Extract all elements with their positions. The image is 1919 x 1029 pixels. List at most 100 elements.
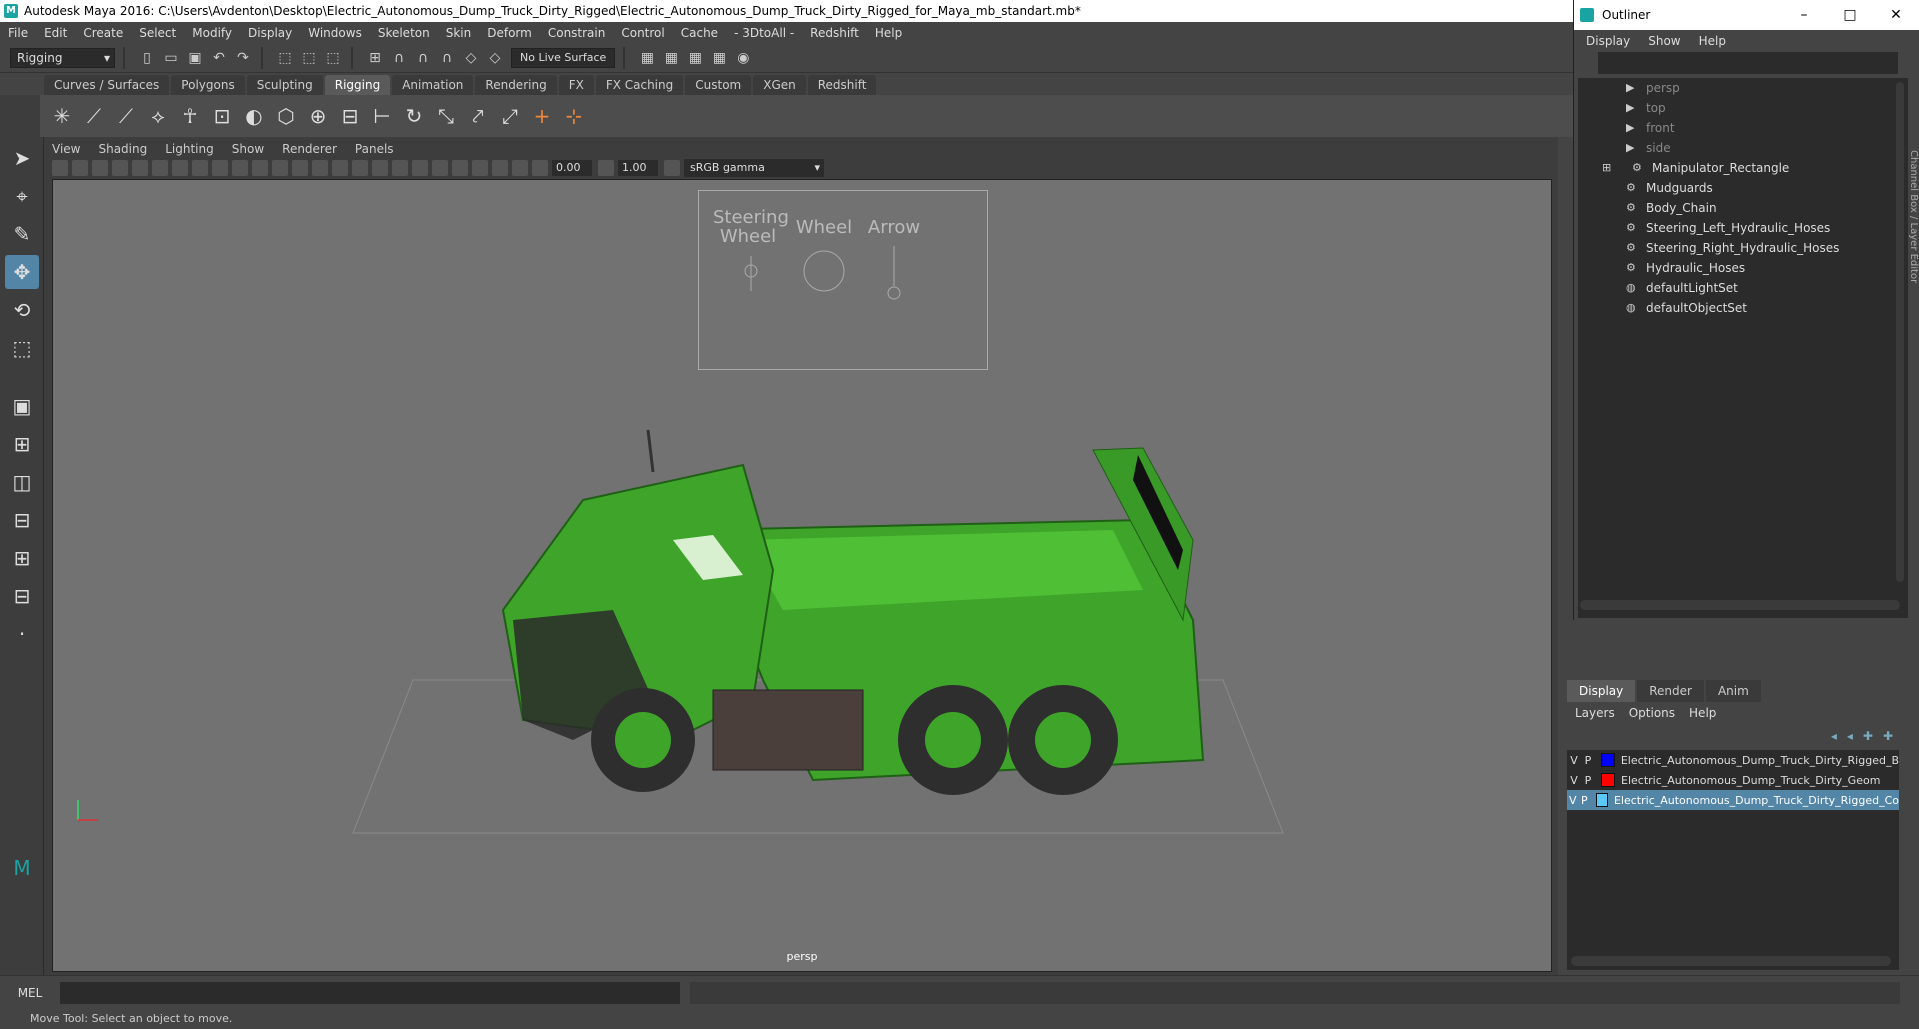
select-object-icon[interactable]: ⬚ (299, 48, 319, 68)
lattice-icon[interactable]: ⬡ (272, 102, 300, 130)
tab-redshift[interactable]: Redshift (807, 75, 877, 95)
menu-file[interactable]: File (8, 26, 28, 40)
visibility-toggle[interactable]: V (1567, 794, 1579, 807)
persp-graph-icon[interactable]: ⊞ (5, 541, 39, 575)
render-view-icon[interactable]: ▦ (637, 48, 657, 68)
list-item[interactable]: ⚙ Mudguards (1578, 178, 1908, 198)
menu-cache[interactable]: Cache (681, 26, 718, 40)
new-layer-selected-icon[interactable]: ✚ (1883, 729, 1893, 743)
tab-anim[interactable]: Anim (1705, 680, 1761, 702)
tab-rigging[interactable]: Rigging (324, 75, 391, 95)
lasso-tool-icon[interactable]: ⌖ (5, 179, 39, 213)
expand-icon[interactable]: ⊞ (1602, 162, 1616, 173)
menu-skin[interactable]: Skin (446, 26, 472, 40)
minimize-icon[interactable]: – (1781, 7, 1827, 23)
two-view-icon[interactable]: ◫ (5, 465, 39, 499)
locator-icon[interactable]: + (528, 102, 556, 130)
persp-outliner-icon[interactable]: ⊟ (5, 503, 39, 537)
layer-color-swatch[interactable] (1600, 753, 1615, 767)
vp-menu-shading[interactable]: Shading (98, 142, 147, 156)
tab-render[interactable]: Render (1637, 680, 1704, 702)
antialias-icon[interactable] (492, 160, 508, 176)
xray-icon[interactable] (412, 160, 428, 176)
playback-toggle[interactable]: P (1581, 774, 1595, 787)
gate-mask-icon[interactable] (192, 160, 208, 176)
list-item[interactable]: ⚙ Hydraulic_Hoses (1578, 258, 1908, 278)
hypershade-layout-icon[interactable]: ⊟ (5, 579, 39, 613)
pole-vector-icon[interactable]: ⤢ (496, 102, 524, 130)
tab-custom[interactable]: Custom (685, 75, 752, 95)
wireframe-on-shaded-icon[interactable] (312, 160, 328, 176)
menu-skeleton[interactable]: Skeleton (378, 26, 430, 40)
depth-of-field-icon[interactable] (512, 160, 528, 176)
layer-color-swatch[interactable] (1601, 773, 1615, 787)
exposure-icon[interactable] (532, 160, 548, 176)
tab-sculpting[interactable]: Sculpting (246, 75, 323, 95)
list-item[interactable]: ▶ top (1578, 98, 1908, 118)
ik-spline-icon[interactable]: ⟋ (112, 102, 140, 130)
tab-fx[interactable]: FX (558, 75, 594, 95)
undo-icon[interactable]: ↶ (209, 48, 229, 68)
horizontal-scrollbar[interactable] (1571, 956, 1891, 966)
menu-create[interactable]: Create (83, 26, 123, 40)
isolate-select-icon[interactable] (392, 160, 408, 176)
aim-constraint-icon[interactable]: ⤤ (464, 102, 492, 130)
list-item[interactable]: ⊞ ⚙ Manipulator_Rectangle (1578, 158, 1908, 178)
menu-display[interactable]: Display (248, 26, 292, 40)
playback-toggle[interactable]: P (1579, 794, 1591, 807)
rotate-tool-icon[interactable]: ⟲ (5, 293, 39, 327)
le-menu-layers[interactable]: Layers (1575, 706, 1615, 720)
smooth-shade-icon[interactable] (292, 160, 308, 176)
wireframe-icon[interactable] (272, 160, 288, 176)
vertical-scrollbar[interactable] (1896, 82, 1904, 582)
list-item[interactable]: ⚙ Body_Chain (1578, 198, 1908, 218)
menu-select[interactable]: Select (139, 26, 176, 40)
list-item[interactable]: ◍ defaultObjectSet (1578, 298, 1908, 318)
select-hierarchy-icon[interactable]: ⬚ (275, 48, 295, 68)
tab-display[interactable]: Display (1567, 680, 1636, 702)
move-layer-up-icon[interactable]: ◂ (1831, 729, 1837, 743)
image-plane-icon[interactable] (112, 160, 128, 176)
gamma-icon[interactable] (598, 160, 614, 176)
humanik-icon[interactable]: ☥ (176, 102, 204, 130)
layer-color-swatch[interactable] (1596, 793, 1608, 807)
vp-menu-view[interactable]: View (52, 142, 80, 156)
menu-edit[interactable]: Edit (44, 26, 67, 40)
close-icon[interactable]: ✕ (1873, 7, 1919, 23)
ipr-render-icon[interactable]: ▦ (685, 48, 705, 68)
resolution-gate-icon[interactable] (172, 160, 188, 176)
tab-animation[interactable]: Animation (392, 75, 474, 95)
quick-rig-icon[interactable]: ⊡ (208, 102, 236, 130)
xray-joints-icon[interactable] (432, 160, 448, 176)
layer-row[interactable]: V P Electric_Autonomous_Dump_Truck_Dirty… (1567, 790, 1899, 810)
exposure-field[interactable]: 0.00 (552, 160, 592, 176)
select-component-icon[interactable]: ⬚ (323, 48, 343, 68)
bind-skin-icon[interactable]: ◐ (240, 102, 268, 130)
list-item[interactable]: ▶ front (1578, 118, 1908, 138)
move-layer-down-icon[interactable]: ◂ (1847, 729, 1853, 743)
list-item[interactable]: ⚙ Steering_Right_Hydraulic_Hoses (1578, 238, 1908, 258)
menu-redshift[interactable]: Redshift (810, 26, 859, 40)
ik-handle-icon[interactable]: ⟋ (80, 102, 108, 130)
motion-blur-icon[interactable] (472, 160, 488, 176)
playback-toggle[interactable]: P (1581, 754, 1595, 767)
camera-attr-icon[interactable] (72, 160, 88, 176)
snap-view-icon[interactable]: ∩ (437, 48, 457, 68)
redo-icon[interactable]: ↷ (233, 48, 253, 68)
le-menu-options[interactable]: Options (1629, 706, 1675, 720)
maximize-icon[interactable]: □ (1827, 7, 1873, 23)
list-item[interactable]: ◍ defaultLightSet (1578, 278, 1908, 298)
cluster-icon[interactable]: ⊕ (304, 102, 332, 130)
vp-menu-lighting[interactable]: Lighting (165, 142, 214, 156)
snap-surface-icon[interactable]: ◇ (461, 48, 481, 68)
layout-menu-icon[interactable]: · (5, 617, 39, 651)
point-constraint-icon[interactable]: ⊢ (368, 102, 396, 130)
menu-deform[interactable]: Deform (487, 26, 532, 40)
move-tool-icon[interactable]: ✥ (5, 255, 39, 289)
tab-curves-surfaces[interactable]: Curves / Surfaces (44, 75, 170, 95)
select-tool-icon[interactable]: ➤ (5, 141, 39, 175)
lighting-icon[interactable] (352, 160, 368, 176)
snap-curve-icon[interactable]: ∩ (389, 48, 409, 68)
layer-row[interactable]: V P Electric_Autonomous_Dump_Truck_Dirty… (1567, 770, 1899, 790)
le-menu-help[interactable]: Help (1689, 706, 1716, 720)
